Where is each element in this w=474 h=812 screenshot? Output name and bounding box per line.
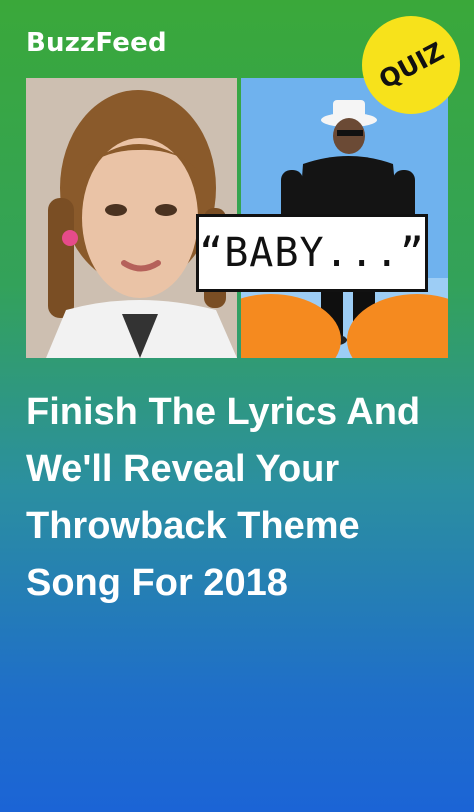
lyric-caption-text: “BABY...”	[199, 230, 425, 276]
lyric-caption-box: “BABY...”	[196, 214, 428, 292]
quiz-card[interactable]: BuzzFeed QUIZ “BABY...” Finish The Lyric…	[0, 0, 474, 812]
buzzfeed-logo: BuzzFeed	[26, 28, 167, 58]
quiz-title[interactable]: Finish The Lyrics And We'll Reveal Your …	[26, 384, 446, 612]
quiz-badge-label: QUIZ	[373, 36, 449, 94]
quiz-badge: QUIZ	[362, 16, 460, 114]
